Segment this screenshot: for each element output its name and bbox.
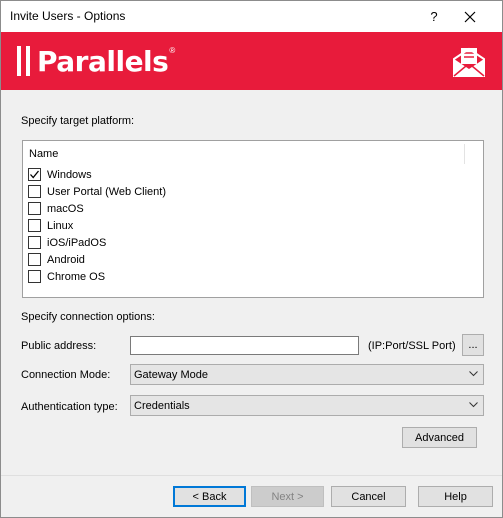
- next-button[interactable]: Next >: [251, 486, 324, 507]
- help-button-label: Help: [444, 490, 467, 503]
- list-item-macos[interactable]: macOS: [28, 200, 84, 217]
- list-column-header-name[interactable]: Name: [29, 148, 58, 160]
- list-item-linux[interactable]: Linux: [28, 217, 73, 234]
- next-button-label: Next >: [271, 490, 304, 503]
- help-glyph: ?: [430, 9, 438, 24]
- checkbox-user-portal[interactable]: [28, 185, 41, 198]
- help-button[interactable]: Help: [418, 486, 493, 507]
- auth-type-select[interactable]: Credentials: [130, 395, 484, 416]
- back-button[interactable]: < Back: [173, 486, 246, 507]
- connection-mode-value: Gateway Mode: [134, 368, 208, 381]
- logo-registered-mark: ®: [169, 46, 176, 55]
- close-icon: [464, 11, 476, 22]
- logo-bars-icon: [17, 46, 30, 76]
- connection-section-label: Specify connection options:: [21, 311, 155, 323]
- list-item-user-portal[interactable]: User Portal (Web Client): [28, 183, 166, 200]
- connection-mode-select[interactable]: Gateway Mode: [130, 364, 484, 385]
- advanced-button[interactable]: Advanced: [402, 427, 477, 448]
- public-address-input[interactable]: [130, 336, 359, 355]
- public-address-hint: (IP:Port/SSL Port): [368, 340, 456, 352]
- checkbox-macos[interactable]: [28, 202, 41, 215]
- checkbox-chrome-os[interactable]: [28, 270, 41, 283]
- window-title: Invite Users - Options: [10, 9, 126, 23]
- auth-type-value: Credentials: [134, 399, 190, 412]
- cancel-button[interactable]: Cancel: [331, 486, 406, 507]
- chevron-down-icon: [469, 371, 478, 377]
- invite-users-dialog: Invite Users - Options ? Parallels ® Spe…: [0, 0, 503, 518]
- list-item-chrome-os[interactable]: Chrome OS: [28, 268, 105, 285]
- checkbox-linux[interactable]: [28, 219, 41, 232]
- platform-list[interactable]: Name Windows User Portal (Web Client) ma…: [22, 140, 484, 298]
- list-item-windows[interactable]: Windows: [28, 166, 92, 183]
- list-item-label: Android: [47, 253, 85, 266]
- checkbox-windows[interactable]: [28, 168, 41, 181]
- close-button[interactable]: [447, 1, 493, 32]
- back-button-label: < Back: [192, 490, 227, 503]
- list-item-ios-ipados[interactable]: iOS/iPadOS: [28, 234, 106, 251]
- list-item-label: Linux: [47, 219, 74, 232]
- chevron-down-icon: [469, 402, 478, 408]
- list-item-label: Windows: [47, 168, 92, 181]
- auth-type-label: Authentication type:: [21, 401, 118, 413]
- list-item-android[interactable]: Android: [28, 251, 85, 268]
- brand-banner: Parallels ®: [1, 32, 502, 90]
- column-header-divider: [464, 144, 465, 164]
- browse-button[interactable]: ...: [462, 334, 484, 356]
- checkmark-icon: [30, 170, 40, 179]
- checkbox-android[interactable]: [28, 253, 41, 266]
- title-bar: Invite Users - Options ?: [1, 1, 502, 32]
- list-item-label: User Portal (Web Client): [47, 185, 166, 198]
- list-item-label: iOS/iPadOS: [47, 236, 107, 249]
- logo-text: Parallels: [37, 44, 169, 78]
- connection-mode-label: Connection Mode:: [21, 369, 111, 381]
- browse-button-label: ...: [468, 339, 478, 351]
- platform-section-label: Specify target platform:: [21, 115, 135, 127]
- cancel-button-label: Cancel: [351, 490, 386, 503]
- list-item-label: macOS: [47, 202, 84, 215]
- list-item-label: Chrome OS: [47, 270, 106, 283]
- checkbox-ios-ipados[interactable]: [28, 236, 41, 249]
- advanced-button-label: Advanced: [415, 431, 464, 444]
- footer-divider: [1, 475, 502, 476]
- mail-icon: [453, 47, 485, 77]
- public-address-label: Public address:: [21, 340, 97, 352]
- parallels-logo: Parallels ®: [17, 44, 175, 78]
